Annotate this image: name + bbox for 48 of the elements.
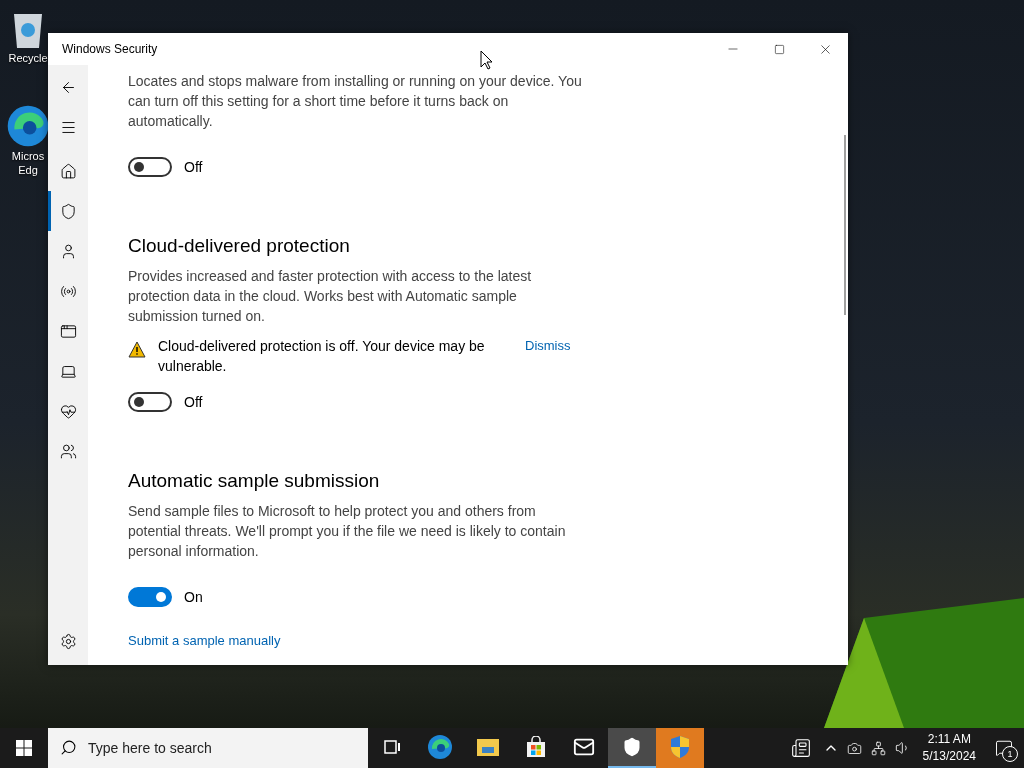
taskbar-app-button[interactable]: [608, 728, 656, 768]
task-view-icon: [383, 738, 401, 756]
search-field[interactable]: Type here to search: [48, 728, 368, 768]
window-title: Windows Security: [61, 42, 159, 56]
toggle-switch[interactable]: [128, 587, 172, 607]
toggle-label: On: [184, 589, 203, 605]
shield-icon: [622, 737, 642, 757]
network-icon: [871, 740, 887, 756]
clock-date[interactable]: 5/13/2024: [922, 748, 976, 765]
message-icon: [995, 739, 1013, 757]
folder-icon: [476, 737, 500, 757]
toggle-label: Off: [184, 394, 203, 410]
warning-message: Cloud-delivered protection is off. Your device may be vulnerable.: [158, 337, 486, 376]
settings-icon: [59, 632, 77, 650]
search-icon: [60, 739, 77, 756]
windows-logo-icon: [16, 740, 32, 756]
maximize-icon: [773, 43, 785, 55]
edge-logo-icon: [427, 734, 453, 760]
submit-sample-link[interactable]: Submit a sample manually: [128, 633, 281, 648]
toggle-label: Off: [184, 159, 203, 175]
notifications-button[interactable]: 1: [984, 728, 1024, 768]
edge-logo-icon: [6, 104, 50, 148]
clock-time[interactable]: 2:11 AM: [927, 731, 971, 748]
shield-icon: [669, 735, 691, 759]
newspaper-icon: [790, 738, 811, 758]
heart-icon: [59, 402, 77, 420]
section-heading: Cloud-delivered protection: [128, 234, 351, 258]
mail-icon: [573, 736, 595, 758]
people-icon: [59, 442, 77, 460]
section-description: Locates and stops malware from installing or running on your device. You can turn off this setting for a short time before it turns back on automatically.: [128, 72, 583, 131]
shield-icon: [59, 202, 77, 220]
desktop-icon-label: Recycle: [8, 52, 48, 64]
window-icon: [59, 322, 77, 340]
dismiss-link[interactable]: Dismiss: [525, 336, 571, 356]
section-description: Send sample files to Microsoft to help protect you and others from potential threats. We'll prompt you if the file we need is likely to contain personal information.: [128, 502, 567, 561]
notification-count: 1: [1002, 746, 1018, 762]
toggle-switch[interactable]: [128, 392, 172, 412]
section-heading: Automatic sample submission: [128, 469, 381, 493]
warning-icon: [128, 341, 146, 358]
desktop-icon-label: Edg: [18, 164, 38, 176]
scrollbar[interactable]: [844, 135, 846, 315]
toggle-switch[interactable]: [128, 157, 172, 177]
mouse-cursor-icon: [480, 50, 494, 70]
home-icon: [59, 162, 77, 180]
desktop-icon-label: Micros: [11, 150, 45, 162]
shopping-bag-icon: [525, 736, 547, 758]
camera-icon: [847, 740, 863, 756]
section-description: Provides increased and faster protection with access to the latest protection data in the cloud. Works best with Automatic sample submission turned on.: [128, 267, 533, 326]
